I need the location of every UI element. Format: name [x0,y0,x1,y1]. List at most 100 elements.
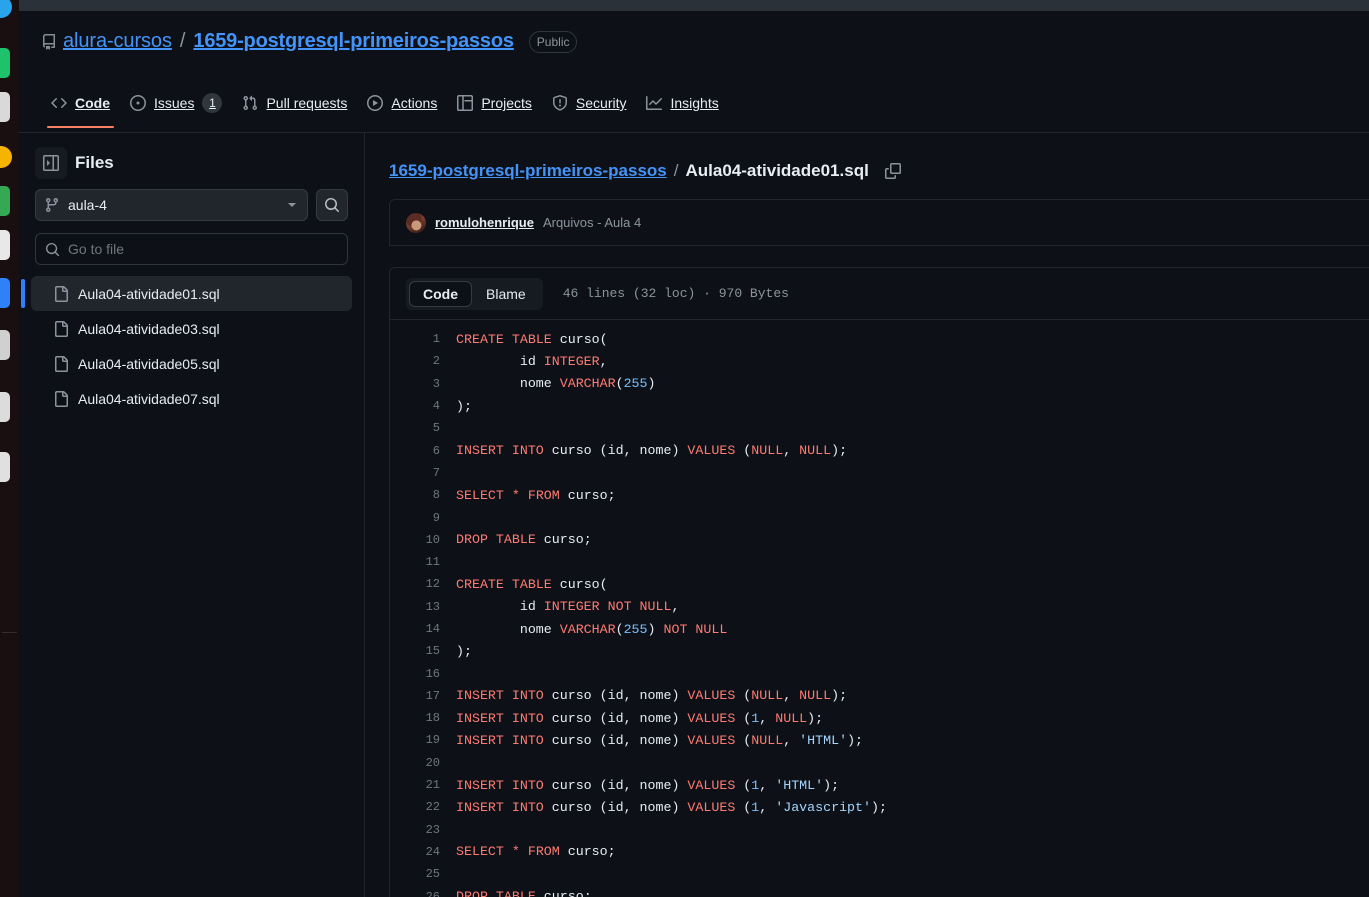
code-line: 12 CREATE TABLE curso( [390,573,1369,595]
line-content: INSERT INTO curso (id, nome) VALUES (1, … [456,799,887,815]
tab-pull-requests[interactable]: Pull requests [232,86,357,128]
line-number[interactable]: 5 [390,421,456,435]
line-number[interactable]: 2 [390,354,456,368]
tab-insights[interactable]: Insights [636,86,728,128]
breadcrumb-repo-link[interactable]: 1659-postgresql-primeiros-passos [389,161,667,181]
line-content: SELECT * FROM curso; [456,487,616,503]
browser-tab-favicon[interactable] [0,0,12,18]
repo-name-link[interactable]: 1659-postgresql-primeiros-passos [193,30,514,53]
shield-icon [552,95,568,111]
browser-vertical-tabstrip[interactable] [0,0,19,897]
line-number[interactable]: 17 [390,689,456,703]
file-icon [53,355,69,372]
browser-tab-favicon[interactable] [0,230,10,260]
body-split: Files aula-4 Go to file Aula04-atividade… [19,133,1369,897]
line-number[interactable]: 22 [390,800,456,814]
code-line: 26 DROP TABLE curso; [390,885,1369,897]
line-number[interactable]: 18 [390,711,456,725]
line-content: CREATE TABLE curso( [456,331,608,347]
sidebar-toggle-button[interactable] [35,147,67,179]
line-number[interactable]: 23 [390,823,456,837]
line-content: id INTEGER NOT NULL, [456,599,680,615]
line-number[interactable]: 19 [390,733,456,747]
line-number[interactable]: 20 [390,756,456,770]
code-line: 1 CREATE TABLE curso( [390,328,1369,350]
line-content: nome VARCHAR(255) NOT NULL [456,621,728,637]
goto-file-search[interactable] [35,233,348,265]
code-line: 20 [390,752,1369,774]
line-number[interactable]: 9 [390,511,456,525]
line-content: ); [456,643,472,659]
browser-tab-favicon[interactable] [0,392,10,422]
avatar[interactable] [406,212,426,233]
browser-tab-favicon[interactable] [0,330,10,360]
commit-author-link[interactable]: romulohenrique [435,215,534,230]
browser-tab-favicon[interactable] [0,278,10,308]
copy-path-button[interactable] [884,163,901,179]
line-number[interactable]: 13 [390,600,456,614]
line-number[interactable]: 7 [390,466,456,480]
browser-tab-favicon[interactable] [0,48,10,78]
latest-commit-bar: romulohenrique Arquivos - Aula 4 [389,199,1369,246]
code-line: 11 [390,551,1369,573]
code-line: 6 INSERT INTO curso (id, nome) VALUES (NU… [390,439,1369,461]
browser-tab-favicon[interactable] [0,92,10,122]
branch-selector[interactable]: aula-4 [35,189,308,221]
line-number[interactable]: 24 [390,845,456,859]
tab-blame-view[interactable]: Blame [472,281,540,307]
tab-issues[interactable]: Issues 1 [120,86,232,128]
breadcrumb: 1659-postgresql-primeiros-passos / Aula0… [389,133,1369,181]
breadcrumb-separator: / [673,161,679,180]
line-content: SELECT * FROM curso; [456,844,616,860]
line-number[interactable]: 4 [390,399,456,413]
line-number[interactable]: 25 [390,867,456,881]
tab-code[interactable]: Code [41,86,120,128]
line-number[interactable]: 26 [390,890,456,897]
code-line: 17 INSERT INTO curso (id, nome) VALUES (N… [390,685,1369,707]
sidebar-search-button[interactable] [316,189,348,221]
file-list-item[interactable]: Aula04-atividade05.sql [31,346,352,381]
browser-tab-favicon[interactable] [0,146,12,168]
line-content: INSERT INTO curso (id, nome) VALUES (NUL… [456,443,848,459]
line-number[interactable]: 1 [390,332,456,346]
file-list-item[interactable]: Aula04-atividade03.sql [31,311,352,346]
tab-actions[interactable]: Actions [357,86,447,128]
repo-owner-link[interactable]: alura-cursos [63,30,172,53]
file-list-item[interactable]: Aula04-atividade07.sql [31,381,352,416]
code-block[interactable]: 1 CREATE TABLE curso(2 id INTEGER, 3 nome … [390,320,1369,897]
repo-title: alura-cursos / 1659-postgresql-primeiros… [41,30,578,53]
file-viewer-toolbar: Code Blame 46 lines (32 loc) · 970 Bytes [390,268,1369,320]
tab-code-view[interactable]: Code [409,280,472,307]
search-icon [45,242,60,257]
line-number[interactable]: 8 [390,488,456,502]
search-icon [324,197,340,213]
play-icon [367,95,384,111]
browser-tab-favicon[interactable] [0,186,10,216]
file-list-item-label: Aula04-atividade01.sql [78,285,220,302]
browser-tab-favicon[interactable] [0,452,10,482]
line-number[interactable]: 16 [390,667,456,681]
tab-projects[interactable]: Projects [447,86,542,128]
branch-icon [44,197,60,213]
line-number[interactable]: 15 [390,644,456,658]
line-number[interactable]: 11 [390,555,456,569]
code-line: 18 INSERT INTO curso (id, nome) VALUES (1… [390,707,1369,729]
repo-nav-tabs: Code Issues 1 Pull requests Actions Proj… [41,86,729,128]
line-number[interactable]: 12 [390,577,456,591]
files-title: Files [75,153,114,172]
line-content: INSERT INTO curso (id, nome) VALUES (1, … [456,710,824,726]
goto-file-input[interactable] [68,241,338,257]
breadcrumb-file-name: Aula04-atividade01.sql [685,161,869,180]
line-number[interactable]: 14 [390,622,456,636]
tab-security[interactable]: Security [542,86,637,128]
file-list-item-label: Aula04-atividade05.sql [78,355,220,372]
repo-visibility-badge: Public [528,30,578,53]
line-number[interactable]: 10 [390,533,456,547]
file-list: Aula04-atividade01.sql Aula04-atividade0… [21,276,354,416]
line-number[interactable]: 21 [390,778,456,792]
file-list-item[interactable]: Aula04-atividade01.sql [21,276,352,311]
tabstrip-divider [2,632,17,633]
file-tree-sidebar: Files aula-4 Go to file Aula04-atividade… [19,133,365,897]
line-number[interactable]: 6 [390,444,456,458]
line-number[interactable]: 3 [390,377,456,391]
